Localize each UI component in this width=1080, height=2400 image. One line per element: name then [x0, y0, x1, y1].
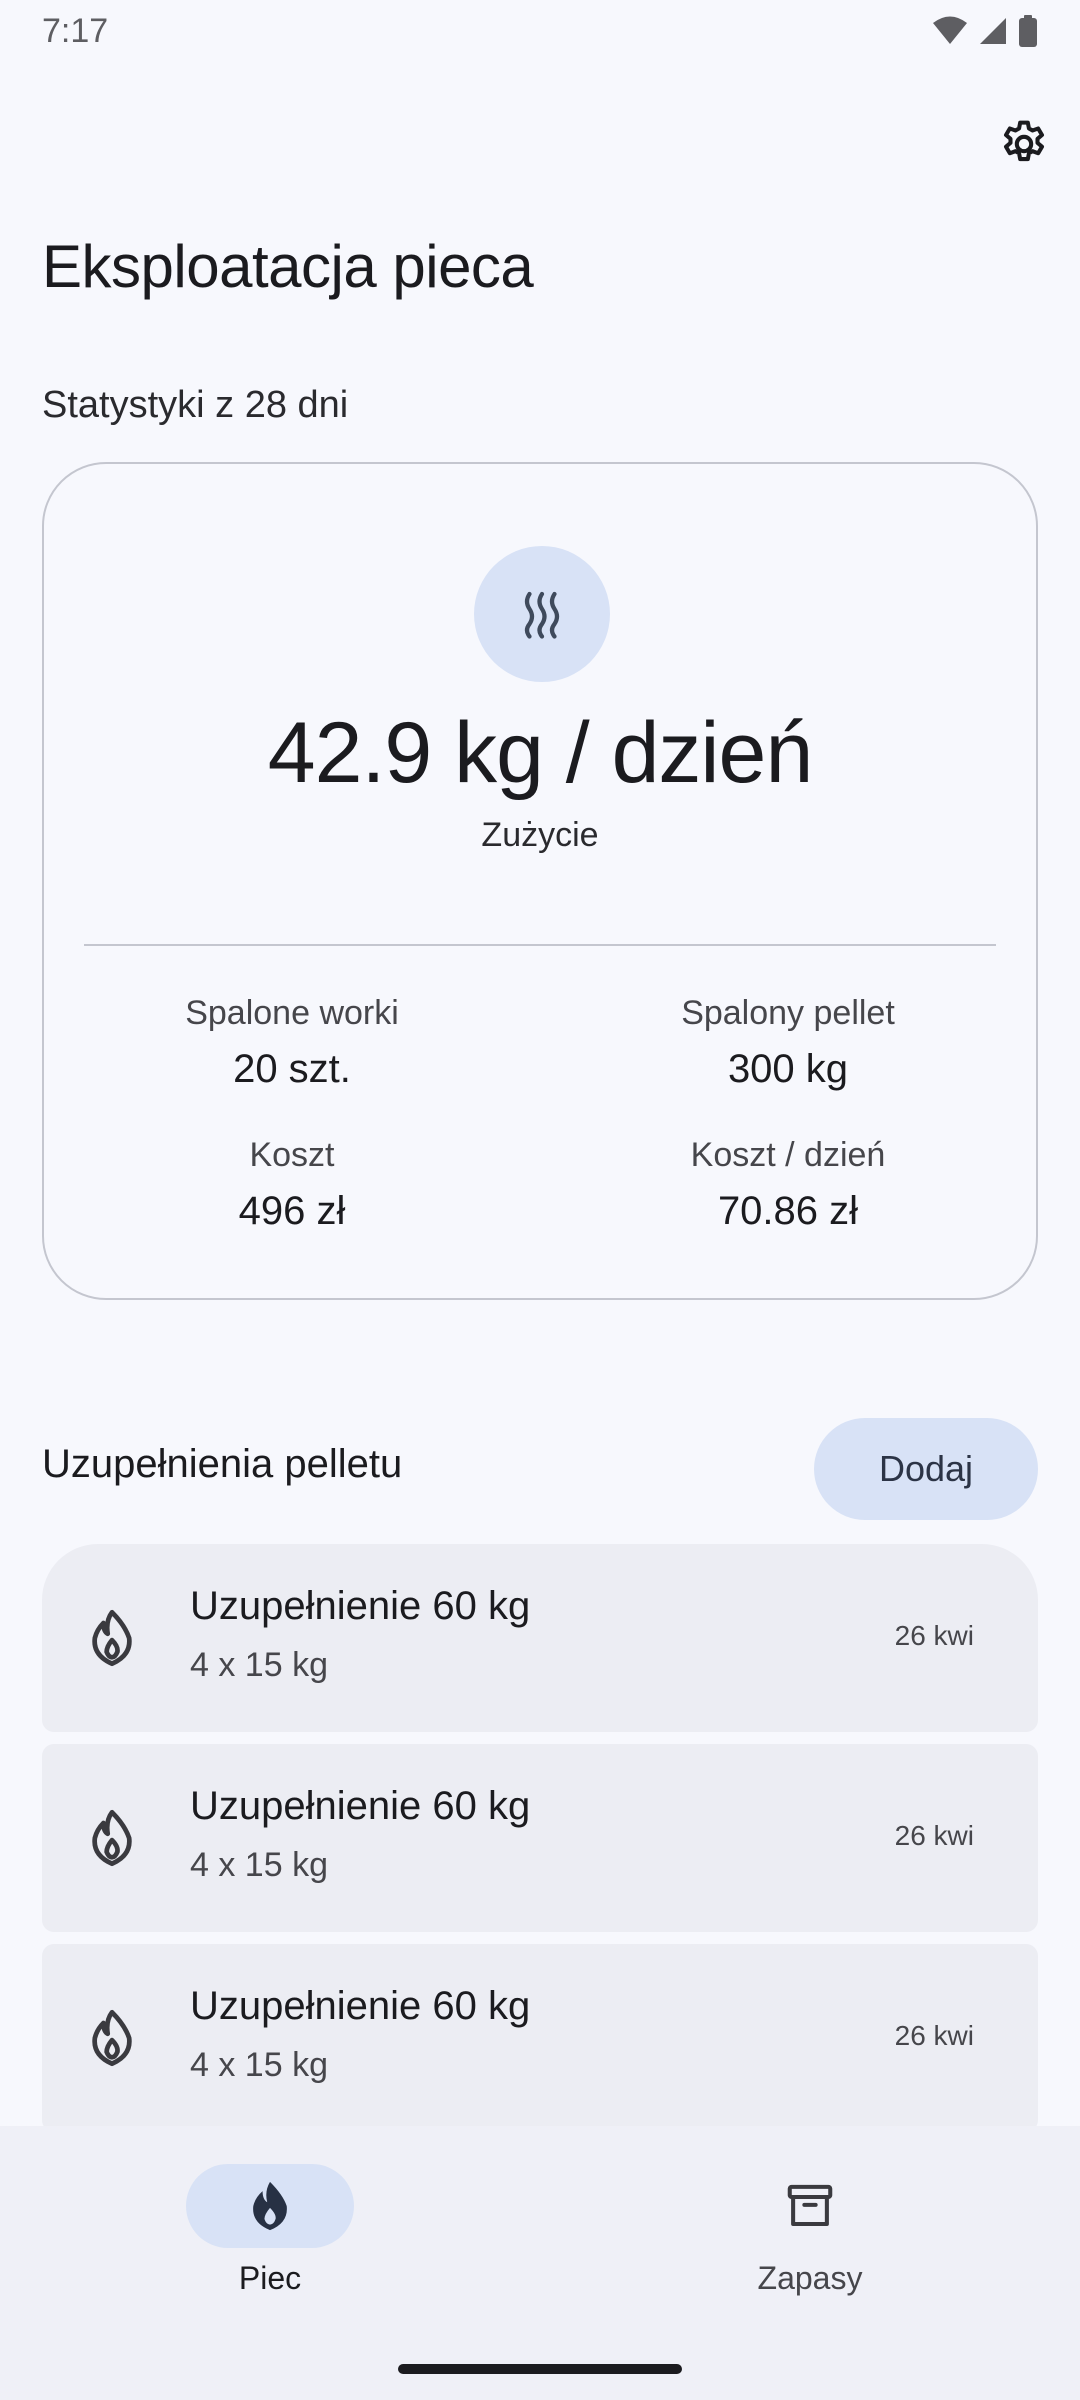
stat-label: Spalony pellet	[681, 994, 895, 1032]
item-date: 26 kwi	[894, 1820, 974, 1851]
page-title: Eksploatacja pieca	[42, 233, 534, 300]
stats-section-title: Statystyki z 28 dni	[42, 384, 349, 426]
flame-icon	[92, 1609, 132, 1667]
stat-label: Koszt	[249, 1136, 335, 1174]
stat-value: 70.86 zł	[717, 1189, 859, 1233]
stats-icon-badge	[474, 546, 610, 682]
stat-label: Spalone worki	[185, 994, 399, 1032]
status-bar: 7:17	[0, 0, 1080, 62]
stat-value: 496 zł	[238, 1189, 346, 1233]
bottom-navigation: Piec Zapasy	[0, 2126, 1080, 2400]
item-subtitle: 4 x 15 kg	[190, 1846, 328, 1884]
battery-icon	[1019, 15, 1037, 47]
nav-icon-container	[726, 2164, 894, 2248]
refill-list: Uzupełnienie 60 kg 4 x 15 kg 26 kwi Uzup…	[42, 1544, 1038, 2144]
stat-value: 20 szt.	[233, 1047, 351, 1091]
list-item[interactable]: Uzupełnienie 60 kg 4 x 15 kg 26 kwi	[42, 1944, 1038, 2132]
stats-grid: Spalone worki 20 szt. Spalony pellet 300…	[44, 994, 1036, 1234]
item-date: 26 kwi	[894, 2020, 974, 2051]
gear-icon	[1003, 120, 1045, 162]
stats-card: 42.9 kg / dzień Zużycie Spalone worki 20…	[42, 462, 1038, 1300]
nav-item-piec[interactable]: Piec	[120, 2164, 420, 2314]
consumption-label: Zużycie	[481, 816, 599, 854]
item-title: Uzupełnienie 60 kg	[190, 1584, 531, 1628]
stat-label: Koszt / dzień	[690, 1136, 886, 1174]
stat-cost-per-day: Koszt / dzień 70.86 zł	[540, 1136, 1036, 1234]
status-icons	[932, 15, 1038, 47]
add-refill-button[interactable]: Dodaj	[814, 1418, 1038, 1520]
heat-waves-icon	[524, 591, 560, 639]
list-item[interactable]: Uzupełnienie 60 kg 4 x 15 kg 26 kwi	[42, 1744, 1038, 1932]
flame-icon	[92, 2009, 132, 2067]
consumption-value: 42.9 kg / dzień	[267, 705, 813, 801]
list-item[interactable]: Uzupełnienie 60 kg 4 x 15 kg 26 kwi	[42, 1544, 1038, 1732]
flame-icon	[253, 2181, 287, 2231]
divider	[84, 944, 996, 946]
item-subtitle: 4 x 15 kg	[190, 1646, 328, 1684]
stat-cost: Koszt 496 zł	[44, 1136, 540, 1234]
flame-icon	[92, 1809, 132, 1867]
archive-box-icon	[787, 2184, 833, 2227]
item-title: Uzupełnienie 60 kg	[190, 1784, 531, 1828]
settings-button[interactable]	[994, 114, 1054, 174]
item-date: 26 kwi	[894, 1620, 974, 1651]
nav-label: Zapasy	[757, 2260, 863, 2296]
nav-active-indicator	[186, 2164, 354, 2248]
stat-value: 300 kg	[727, 1047, 849, 1091]
wifi-icon	[933, 16, 967, 44]
home-indicator[interactable]	[398, 2364, 682, 2374]
item-title: Uzupełnienie 60 kg	[190, 1984, 531, 2028]
status-time: 7:17	[42, 11, 109, 50]
refills-section-title: Uzupełnienia pelletu	[42, 1442, 403, 1486]
stat-burned-bags: Spalone worki 20 szt.	[44, 994, 540, 1092]
stat-burned-pellet: Spalony pellet 300 kg	[540, 994, 1036, 1092]
nav-item-zapasy[interactable]: Zapasy	[660, 2164, 960, 2314]
signal-icon	[980, 18, 1006, 44]
item-subtitle: 4 x 15 kg	[190, 2046, 328, 2084]
nav-label: Piec	[238, 2260, 302, 2296]
screen: 7:17 Eksploatacja pieca Statystyki z 28 …	[0, 0, 1080, 2400]
